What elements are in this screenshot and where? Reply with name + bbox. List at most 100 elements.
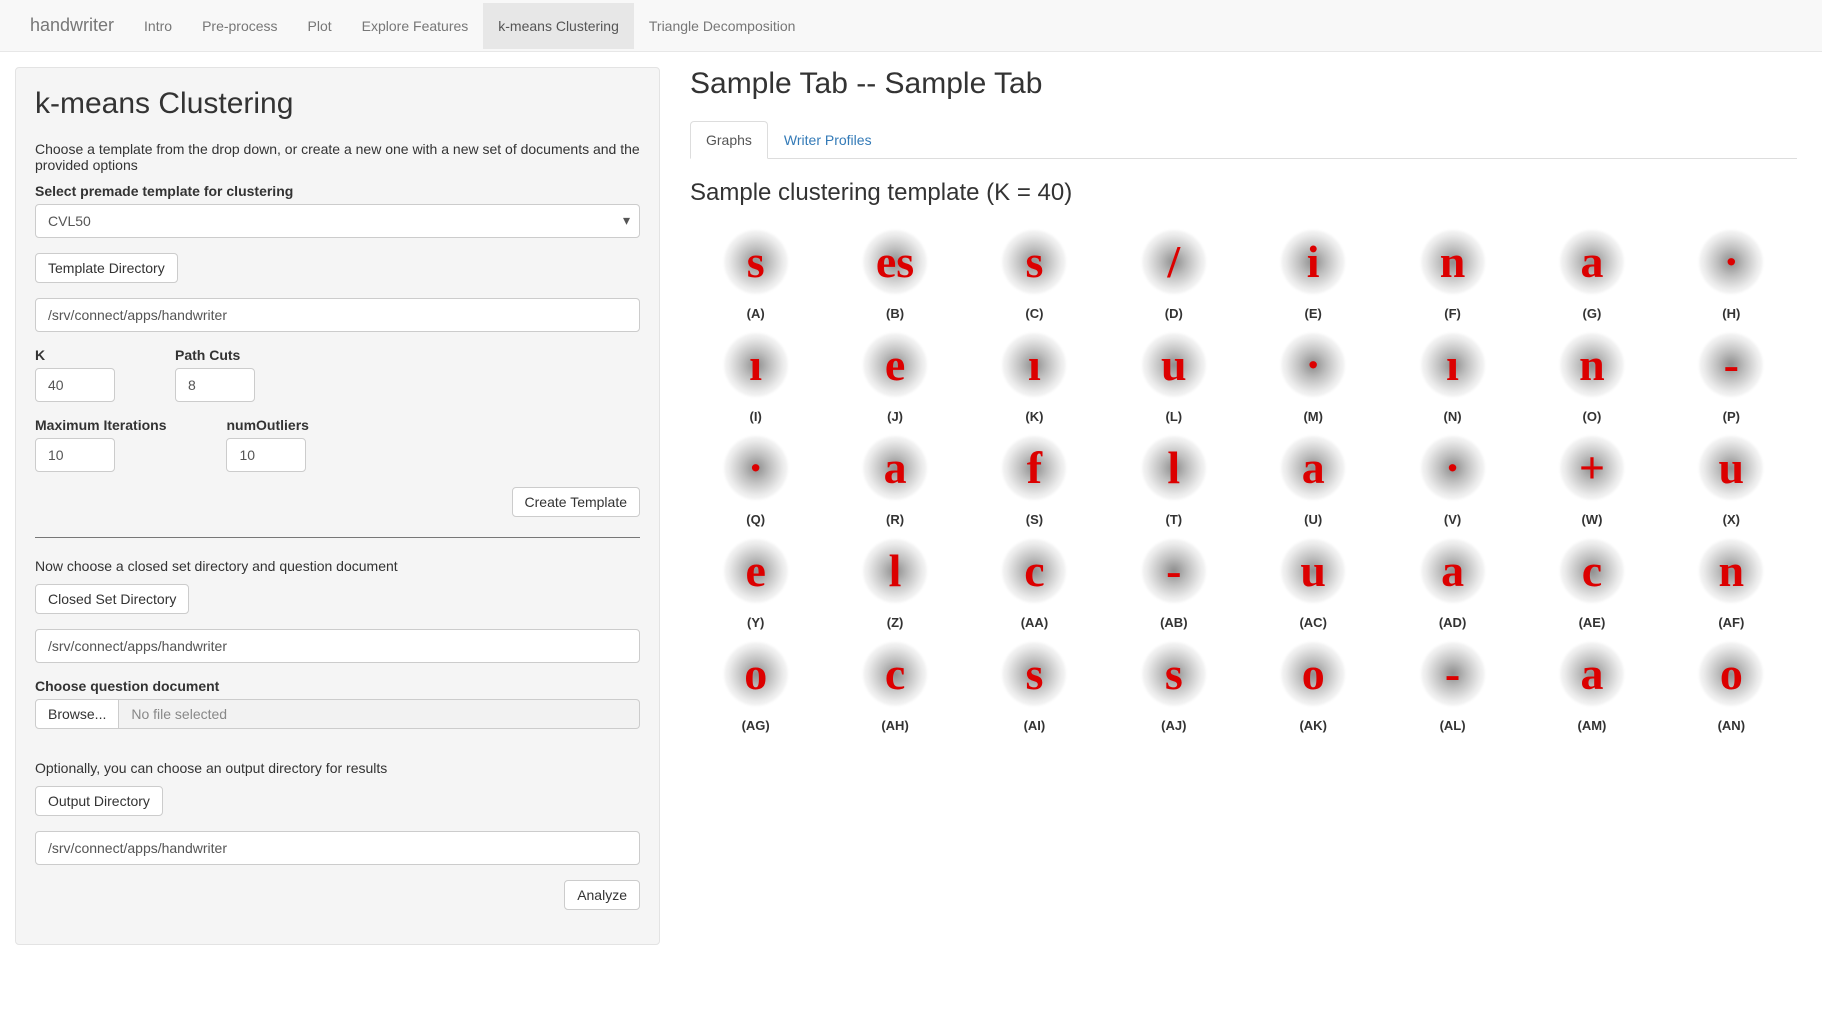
output-directory-button[interactable]: Output Directory <box>35 786 163 816</box>
nav-item-plot[interactable]: Plot <box>293 3 347 49</box>
cluster-cell: e(J) <box>829 325 960 424</box>
nav-item-pre-process[interactable]: Pre-process <box>187 3 292 49</box>
cluster-label: (E) <box>1248 306 1379 321</box>
cluster-image: - <box>1413 634 1493 714</box>
cluster-label: (K) <box>969 409 1100 424</box>
nav-item-triangle-decomposition[interactable]: Triangle Decomposition <box>634 3 811 49</box>
cluster-image: a <box>1552 222 1632 302</box>
cluster-cell: u(X) <box>1666 428 1797 527</box>
cluster-image: f <box>994 428 1074 508</box>
cluster-label: (H) <box>1666 306 1797 321</box>
cluster-image: u <box>1273 531 1353 611</box>
cluster-image: + <box>1552 428 1632 508</box>
divider <box>35 537 640 538</box>
content-title: Sample Tab -- Sample Tab <box>690 67 1797 101</box>
numoutliers-label: numOutliers <box>226 417 308 433</box>
output-directory-input[interactable] <box>35 831 640 865</box>
cluster-image: s <box>994 634 1074 714</box>
cluster-cell: n(AF) <box>1666 531 1797 630</box>
cluster-label: (AD) <box>1387 615 1518 630</box>
cluster-label: (V) <box>1387 512 1518 527</box>
cluster-label: (A) <box>690 306 821 321</box>
cluster-cell: n (F) <box>1387 222 1518 321</box>
cluster-image: · <box>1413 428 1493 508</box>
nav-item-explore-features[interactable]: Explore Features <box>347 3 484 49</box>
template-select-label: Select premade template for clustering <box>35 183 640 199</box>
cluster-cell: s (A) <box>690 222 821 321</box>
navbar-brand[interactable]: handwriter <box>15 0 129 51</box>
cluster-label: (S) <box>969 512 1100 527</box>
cluster-image: - <box>1134 531 1214 611</box>
cluster-cell: o(AG) <box>690 634 821 733</box>
cluster-label: (AC) <box>1248 615 1379 630</box>
cluster-image: o <box>1691 634 1771 714</box>
cluster-label: (AE) <box>1526 615 1657 630</box>
k-input[interactable] <box>35 368 115 402</box>
k-label: K <box>35 347 115 363</box>
cluster-cell: ı(I) <box>690 325 821 424</box>
cluster-label: (J) <box>829 409 960 424</box>
cluster-cell: a(AD) <box>1387 531 1518 630</box>
maxiter-label: Maximum Iterations <box>35 417 166 433</box>
cluster-image: - <box>1691 325 1771 405</box>
cluster-cell: a (G) <box>1526 222 1657 321</box>
tab-writer-profiles[interactable]: Writer Profiles <box>768 121 888 159</box>
cluster-label: (AA) <box>969 615 1100 630</box>
cluster-image: · <box>1691 222 1771 302</box>
cluster-label: (R) <box>829 512 960 527</box>
cluster-cell: s(C) <box>969 222 1100 321</box>
cluster-label: (U) <box>1248 512 1379 527</box>
cluster-cell: ·(Q) <box>690 428 821 527</box>
template-directory-button[interactable]: Template Directory <box>35 253 178 283</box>
page-title: k-means Clustering <box>35 87 640 121</box>
pathcuts-label: Path Cuts <box>175 347 255 363</box>
cluster-image: l <box>1134 428 1214 508</box>
nav-item-intro[interactable]: Intro <box>129 3 187 49</box>
cluster-image: s <box>994 222 1074 302</box>
cluster-label: (AH) <box>829 718 960 733</box>
browse-button[interactable]: Browse... <box>35 699 119 729</box>
cluster-image: n <box>1552 325 1632 405</box>
content-subtitle: Sample clustering template (K = 40) <box>690 179 1797 207</box>
cluster-cell: i (E) <box>1248 222 1379 321</box>
cluster-label: (AB) <box>1108 615 1239 630</box>
cluster-label: (AG) <box>690 718 821 733</box>
cluster-image: e <box>716 531 796 611</box>
maxiter-input[interactable] <box>35 438 115 472</box>
nav-item-k-means-clustering[interactable]: k-means Clustering <box>483 3 634 49</box>
cluster-cell: a(R) <box>829 428 960 527</box>
cluster-cell: c(AH) <box>829 634 960 733</box>
create-template-button[interactable]: Create Template <box>512 487 640 517</box>
file-selected-text: No file selected <box>119 699 640 729</box>
closed-set-directory-input[interactable] <box>35 629 640 663</box>
cluster-image: s <box>716 222 796 302</box>
cluster-image: / <box>1134 222 1214 302</box>
cluster-label: (Q) <box>690 512 821 527</box>
closed-set-directory-button[interactable]: Closed Set Directory <box>35 584 189 614</box>
template-directory-input[interactable] <box>35 298 640 332</box>
cluster-label: (F) <box>1387 306 1518 321</box>
cluster-cell: o(AN) <box>1666 634 1797 733</box>
pathcuts-input[interactable] <box>175 368 255 402</box>
cluster-cell: s(AJ) <box>1108 634 1239 733</box>
cluster-label: (AK) <box>1248 718 1379 733</box>
cluster-label: (X) <box>1666 512 1797 527</box>
closed-set-text: Now choose a closed set directory and qu… <box>35 558 640 574</box>
cluster-cell: o(AK) <box>1248 634 1379 733</box>
cluster-label: (I) <box>690 409 821 424</box>
cluster-cell: l(Z) <box>829 531 960 630</box>
cluster-label: (G) <box>1526 306 1657 321</box>
cluster-image: i <box>1273 222 1353 302</box>
cluster-label: (D) <box>1108 306 1239 321</box>
analyze-button[interactable]: Analyze <box>564 880 640 910</box>
template-select[interactable]: CVL50 <box>35 204 640 238</box>
sidebar-panel: k-means Clustering Choose a template fro… <box>15 67 660 945</box>
navbar: handwriter IntroPre-processPlotExplore F… <box>0 0 1822 52</box>
cluster-cell: es(B) <box>829 222 960 321</box>
cluster-cell: / (D) <box>1108 222 1239 321</box>
tab-graphs[interactable]: Graphs <box>690 121 768 159</box>
cluster-image: n <box>1413 222 1493 302</box>
cluster-label: (L) <box>1108 409 1239 424</box>
cluster-cell: · (V) <box>1387 428 1518 527</box>
numoutliers-input[interactable] <box>226 438 306 472</box>
